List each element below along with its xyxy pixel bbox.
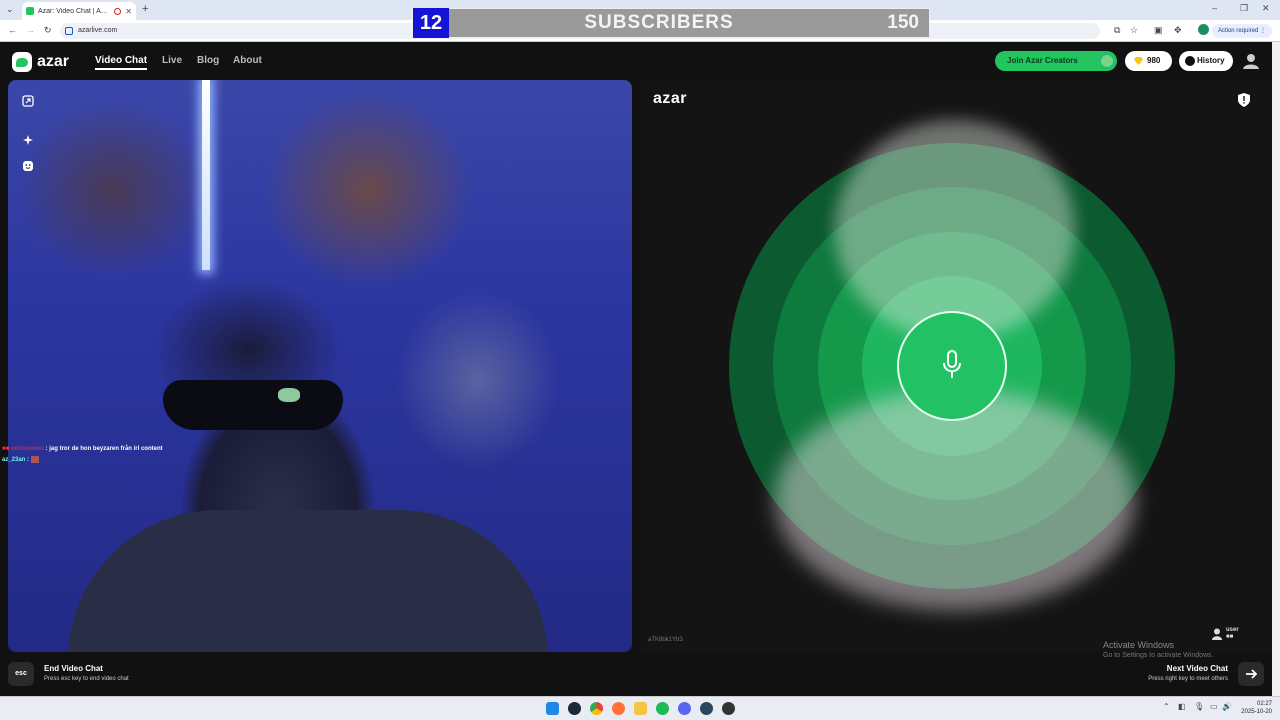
nav-about[interactable]: About [233,55,262,66]
windows-start-icon[interactable] [546,702,559,715]
azar-logo[interactable]: azar [12,52,69,72]
file-explorer-icon[interactable] [634,702,647,715]
obs-icon[interactable] [722,702,735,715]
site-info-icon[interactable] [65,27,73,35]
tab-list-chevron-icon[interactable]: ⌄ [6,4,14,15]
partner-silhouette-bottom [775,390,1135,610]
tab-title: Azar: Video Chat | Automati [38,7,111,15]
stream-chat-overlay: ■■ xxxxxxxxxxx : jag tror de hon beyzare… [2,444,163,466]
gem-icon [1134,57,1143,65]
nav-live[interactable]: Live [162,55,182,66]
window-close-icon[interactable]: ✕ [1262,3,1270,14]
person-hoodie [68,510,548,652]
recording-icon [114,7,122,15]
end-chat-title: End Video Chat [44,664,103,673]
tray-app-icon[interactable]: ◧ [1178,702,1186,711]
tab-close-icon[interactable]: ✕ [125,7,132,16]
chat-message: : [27,457,30,463]
report-shield-icon[interactable] [1238,93,1250,107]
self-video [8,80,632,652]
taskbar-clock[interactable]: 02:27 2025-10-20 [1241,700,1272,716]
bookmark-star-icon[interactable]: ☆ [1130,25,1138,36]
action-required-button[interactable]: Action required ⋮ [1211,24,1272,38]
effects-sparkle-icon[interactable] [22,134,34,146]
person-sunglasses [163,380,343,430]
partner-user-badge: user ■■ [1212,626,1248,642]
nav-video-chat[interactable]: Video Chat [95,55,148,70]
fullscreen-icon[interactable] [22,95,34,107]
azar-logo-icon [12,52,32,72]
chat-line: az_23an : [2,455,163,466]
next-chat-button[interactable] [1238,662,1264,686]
discord-icon[interactable] [678,702,691,715]
history-button[interactable]: History [1179,51,1233,71]
partner-video-panel: azar aTK8bk1Yb3 user ■■ [640,80,1272,652]
reload-icon[interactable]: ↻ [44,25,52,36]
join-azar-creators-button[interactable]: Join Azar Creators [995,51,1117,71]
windows-taskbar: ⌃ ◧ 🎙 ▭ 🔊 02:27 2025-10-20 [0,696,1280,720]
user-icon [1212,628,1222,640]
partner-silhouette-top [835,120,1075,340]
gems-button[interactable]: 980 [1125,51,1172,71]
chat-emote-icon [30,455,39,463]
chat-user: ■■ xxxxxxxxxxx [2,446,44,452]
creator-avatar-icon [1099,53,1115,69]
chrome-icon[interactable] [590,702,603,715]
led-strip [202,80,210,270]
chat-line: ■■ xxxxxxxxxxx : jag tror de hon beyzare… [2,444,163,455]
subscribers-overlay: 12 SUBSCRIBERS 150 [412,8,930,38]
puzzle-icon[interactable]: ✥ [1174,25,1182,36]
install-icon[interactable]: ⧉ [1114,25,1120,36]
new-tab-button[interactable]: + [142,3,148,15]
user-flag: ■■ [1226,634,1234,640]
chat-user: az_23an [2,457,26,463]
next-chat-title: Next Video Chat [1166,664,1228,673]
activate-windows-title: Activate Windows [1103,640,1175,650]
microphone-icon [943,350,961,378]
tray-chevron-icon[interactable]: ⌃ [1163,702,1170,711]
end-chat-hint: Press esc key to end video chat [44,676,129,682]
spotify-icon[interactable] [656,702,669,715]
clock-icon [1185,56,1195,66]
firefox-icon[interactable] [612,702,625,715]
network-icon[interactable]: ▭ [1210,702,1218,711]
page-scrollbar[interactable] [1272,42,1280,696]
clock-date: 2025-10-20 [1241,709,1272,715]
activate-windows-hint: Go to Settings to activate Windows. [1103,652,1214,659]
session-id: aTK8bk1Yb3 [648,637,683,643]
mic-tray-icon[interactable]: 🎙 [1194,702,1204,711]
chat-message: : jag tror de hon beyzaren från irl cont… [45,446,163,452]
overlay-number: 12 [413,8,449,38]
clock-time: 02:27 [1256,701,1272,707]
end-chat-esc-button[interactable]: esc [8,662,34,686]
steam-icon[interactable] [568,702,581,715]
azar-app: azar Video Chat Live Blog About Join Aza… [0,42,1272,696]
overlay-count: 150 [887,12,919,33]
volume-icon[interactable]: 🔊 [1222,702,1232,711]
forward-arrow-icon[interactable]: → [26,25,35,35]
user-label: user [1226,627,1239,633]
url-text: azarlive.com [78,27,118,34]
steam-client-icon[interactable] [700,702,713,715]
overlay-label: SUBSCRIBERS [584,12,734,33]
minimize-icon[interactable]: – [1212,3,1217,13]
next-chat-hint: Press right key to meet others [1148,676,1228,682]
profile-avatar-icon[interactable] [1198,24,1209,35]
extension-icon[interactable]: ▣ [1154,25,1163,36]
nav-blog[interactable]: Blog [197,55,219,66]
right-arrow-icon [1246,669,1258,679]
browser-tab[interactable]: Azar: Video Chat | Automati ✕ [22,2,136,20]
sticker-face-icon[interactable] [22,160,34,172]
panel-azar-logo: azar [653,90,688,107]
maximize-icon[interactable]: ❐ [1240,3,1248,14]
azar-favicon-icon [26,7,34,15]
back-arrow-icon[interactable]: ← [8,25,17,35]
profile-icon[interactable] [1242,52,1260,70]
